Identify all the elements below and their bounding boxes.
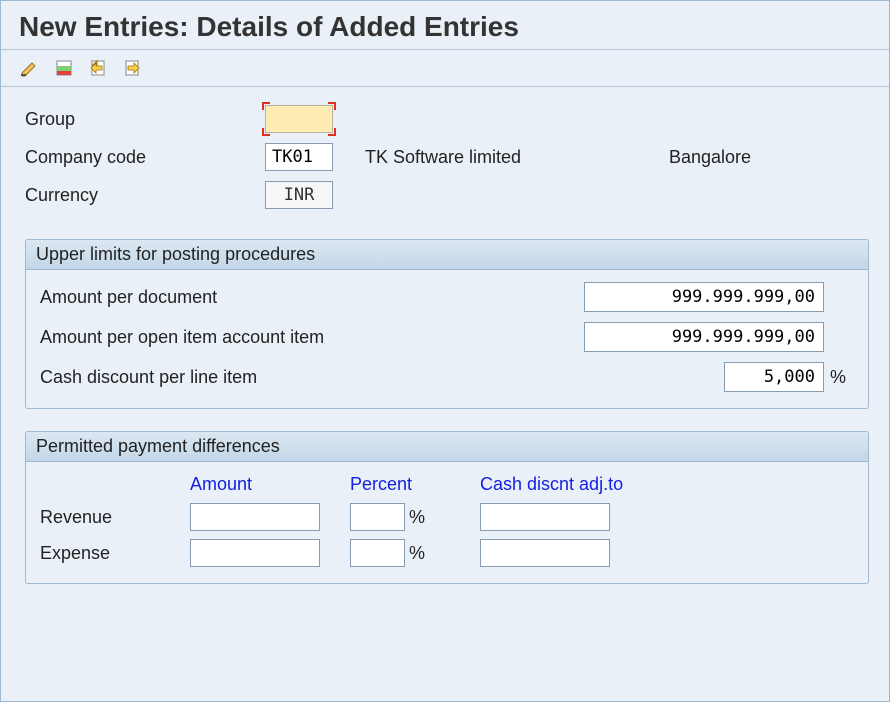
titlebar: New Entries: Details of Added Entries: [1, 1, 889, 50]
cash-discount-suffix: %: [824, 367, 854, 388]
cash-discount-input[interactable]: [724, 362, 824, 392]
expense-percent-input[interactable]: [350, 539, 405, 567]
limit-row-cash-discount: Cash discount per line item %: [40, 362, 854, 392]
group-label: Group: [25, 109, 265, 130]
percent-sign-2: %: [409, 543, 425, 564]
next-entry-button[interactable]: [119, 56, 145, 80]
currency-input[interactable]: [265, 181, 333, 209]
expense-amount-input[interactable]: [190, 539, 320, 567]
delete-button[interactable]: [51, 56, 77, 80]
amount-per-document-input[interactable]: [584, 282, 824, 312]
cash-discount-label: Cash discount per line item: [40, 367, 544, 388]
limit-row-amount-open-item: Amount per open item account item: [40, 322, 854, 352]
expense-cash-adj-input[interactable]: [480, 539, 610, 567]
amount-per-open-item-input[interactable]: [584, 322, 824, 352]
page-title: New Entries: Details of Added Entries: [19, 11, 871, 43]
percent-sign: %: [409, 507, 425, 528]
company-code-city: Bangalore: [669, 147, 869, 168]
upper-limits-panel: Upper limits for posting procedures Amou…: [25, 239, 869, 409]
currency-label: Currency: [25, 185, 265, 206]
toggle-display-change-button[interactable]: [17, 56, 43, 80]
revenue-label: Revenue: [40, 507, 190, 528]
company-code-label: Company code: [25, 147, 265, 168]
amount-per-open-item-label: Amount per open item account item: [40, 327, 544, 348]
revenue-cash-adj-input[interactable]: [480, 503, 610, 531]
toolbar: [1, 50, 889, 87]
sap-window: New Entries: Details of Added Entries: [0, 0, 890, 702]
company-code-description: TK Software limited: [355, 147, 669, 168]
amount-per-document-label: Amount per document: [40, 287, 544, 308]
group-input[interactable]: [265, 105, 333, 133]
expense-label: Expense: [40, 543, 190, 564]
upper-limits-header: Upper limits for posting procedures: [26, 240, 868, 270]
limit-row-amount-doc: Amount per document: [40, 282, 854, 312]
group-field-wrap: [265, 105, 333, 133]
company-code-input[interactable]: [265, 143, 333, 171]
revenue-percent-input[interactable]: [350, 503, 405, 531]
col-percent-header: Percent: [350, 474, 480, 495]
permitted-differences-panel: Permitted payment differences Amount Per…: [25, 431, 869, 584]
col-cash-header: Cash discnt adj.to: [480, 474, 680, 495]
header-form: Group Company code TK Software limited B…: [25, 105, 869, 209]
previous-entry-button[interactable]: [85, 56, 111, 80]
col-amount-header: Amount: [190, 474, 350, 495]
revenue-amount-input[interactable]: [190, 503, 320, 531]
permitted-differences-header: Permitted payment differences: [26, 432, 868, 462]
content-area: Group Company code TK Software limited B…: [1, 87, 889, 630]
